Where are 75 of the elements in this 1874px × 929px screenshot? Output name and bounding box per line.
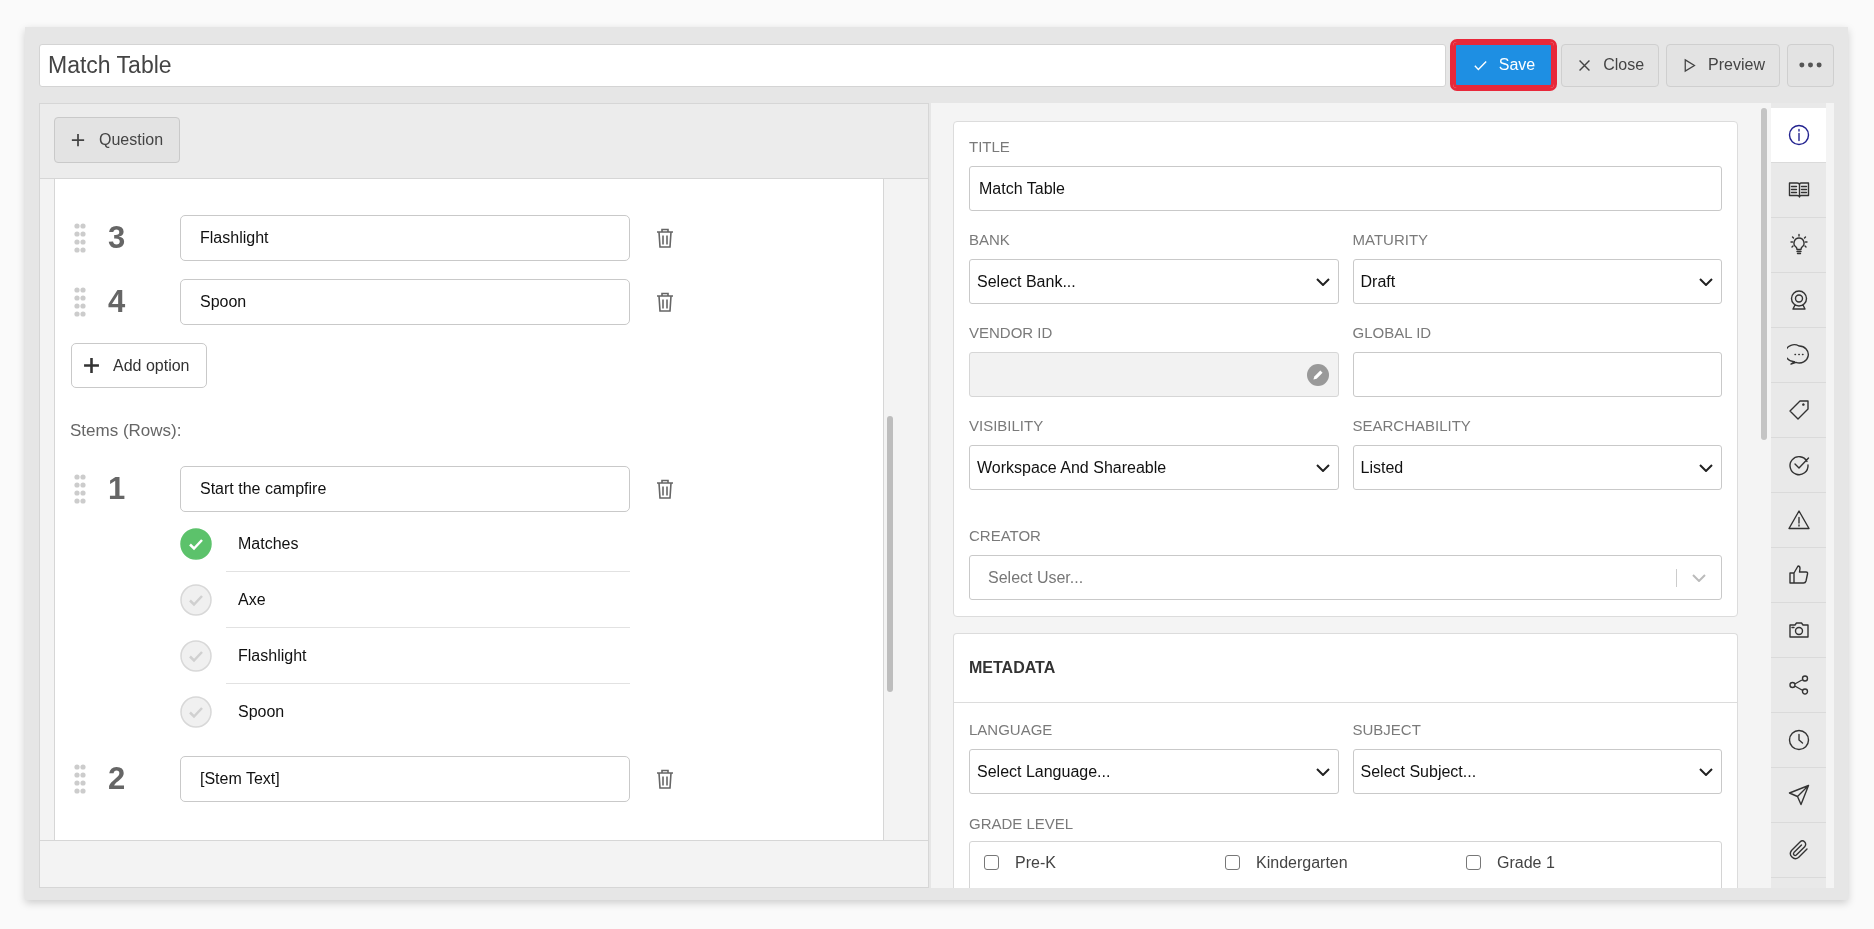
drag-handle-icon[interactable] [74,474,86,504]
chevron-down-icon [1699,463,1713,472]
scrollbar-thumb[interactable] [887,416,893,692]
more-button[interactable] [1787,43,1834,87]
user-select[interactable]: Select User... [969,555,1722,600]
chevron-down-icon [1699,767,1713,776]
field-label: MATURITY [1352,230,1430,250]
text-input[interactable]: Match Table [969,166,1722,211]
more-icon [1799,62,1822,68]
grade-checkbox[interactable]: Kindergarten [1225,854,1466,888]
select-dropdown[interactable]: Select Subject... [1352,749,1722,794]
sidebar-tab[interactable] [1771,108,1826,163]
share-icon [1786,673,1811,697]
field-label: TITLE [969,137,1011,157]
select-dropdown[interactable]: Select Language... [969,749,1339,794]
stems-label: Stems (Rows): [70,421,183,441]
answer-choice-label: Axe [238,590,266,609]
chevron-down-icon [1315,767,1330,776]
select-dropdown[interactable]: Select Bank... [969,259,1339,304]
field-label: GLOBAL ID [1352,323,1433,343]
preview-button[interactable]: Preview [1666,43,1780,87]
scrollbar-thumb[interactable] [1761,108,1767,440]
chevron-down-icon [1692,573,1706,582]
correct-answer-toggle[interactable] [180,640,212,672]
field-label: VENDOR ID [969,323,1054,343]
option-number: 3 [108,220,127,256]
option-input[interactable]: Spoon [180,279,630,325]
title-input[interactable]: Match Table [39,43,1446,87]
stem-input[interactable]: [Stem Text] [180,756,630,802]
grade-checkbox[interactable]: Pre-K [984,854,1225,888]
section-title: METADATA [969,659,1056,677]
add-option-button[interactable]: Add option [71,343,207,388]
close-button[interactable]: Close [1561,43,1660,87]
trash-icon[interactable] [655,291,675,313]
add-question-button[interactable]: Question [54,117,181,163]
clock-icon [1786,728,1811,752]
correct-answer-toggle[interactable] [180,528,212,560]
drag-handle-icon[interactable] [74,287,86,317]
chevron-down-icon [1699,277,1713,286]
drag-handle-icon[interactable] [74,764,86,794]
chat-bubble-icon [1786,343,1811,367]
stem-input[interactable]: Start the campfire [180,466,630,512]
correct-answer-toggle[interactable] [180,584,212,616]
stem-number: 2 [108,761,127,797]
option-input[interactable]: Flashlight [180,215,630,261]
text-input[interactable] [1352,352,1722,397]
drag-handle-icon[interactable] [74,223,86,253]
info-icon [1786,123,1811,147]
grade-checkbox[interactable]: Grade 1 [1466,854,1707,888]
paper-plane-icon [1786,783,1811,807]
plus-icon [71,133,85,147]
answer-choice-label: Flashlight [238,646,307,665]
trash-icon[interactable] [655,478,675,500]
field-label: VISIBILITY [969,416,1045,436]
select-dropdown[interactable]: Draft [1352,259,1722,304]
chevron-down-icon [1315,277,1330,286]
select-dropdown[interactable]: Workspace And Shareable [969,445,1339,490]
plus-icon [83,357,100,374]
trash-icon[interactable] [655,227,675,249]
answer-choice-label: Spoon [238,703,285,721]
stem-number: 1 [108,471,127,507]
select-dropdown[interactable]: Listed [1352,445,1722,490]
correct-answer-toggle[interactable] [180,696,212,728]
field-label: CREATOR [969,526,1042,546]
warning-icon [1786,508,1811,532]
field-label: LANGUAGE [969,720,1054,740]
field-label: GRADE LEVEL [969,814,1075,834]
trash-icon[interactable] [655,768,675,790]
field-label: SUBJECT [1352,720,1422,740]
option-number: 4 [108,284,127,320]
thumbs-up-icon [1786,563,1811,587]
field-label: BANK [969,230,1011,250]
field-label: SEARCHABILITY [1352,416,1472,436]
answer-choice-label: Matches [238,534,299,553]
chevron-down-icon [1315,463,1330,472]
